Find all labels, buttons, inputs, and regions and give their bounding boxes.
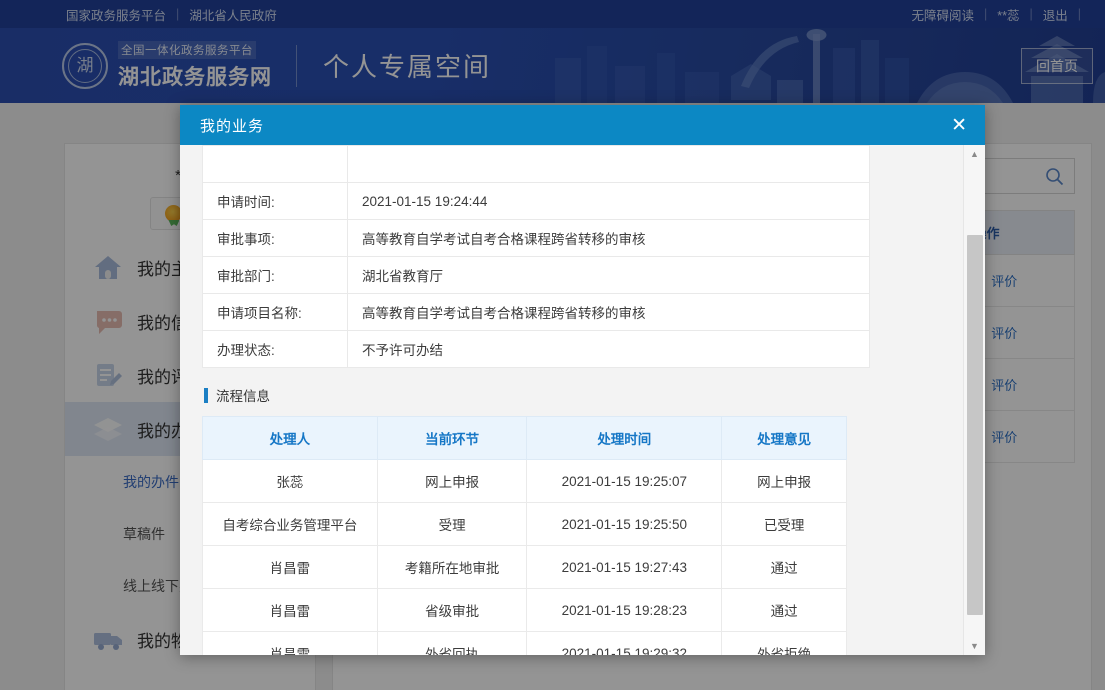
flow-section-title: 流程信息 [204,385,945,405]
flow-col-time: 处理时间 [527,417,722,460]
flow-cell-handler: 肖昌雷 [203,546,378,589]
detail-value-project-name: 高等教育自学考试自考合格课程跨省转移的审核 [348,294,870,331]
flow-cell-opinion: 通过 [722,589,847,632]
table-row: 自考综合业务管理平台 受理 2021-01-15 19:25:50 已受理 [203,503,847,546]
table-row: 肖昌雷 考籍所在地审批 2021-01-15 19:27:43 通过 [203,546,847,589]
modal-scroll-area: 申请时间: 2021-01-15 19:24:44 审批事项: 高等教育自学考试… [180,145,963,655]
detail-row: 申请项目名称: 高等教育自学考试自考合格课程跨省转移的审核 [203,294,870,331]
modal-header: 我的业务 ✕ [180,105,985,145]
application-detail-table: 申请时间: 2021-01-15 19:24:44 审批事项: 高等教育自学考试… [202,145,870,368]
app-root: 国家政务服务平台 | 湖北省人民政府 无障碍阅读 | **蕊 | 退出 | [0,0,1105,690]
flow-cell-opinion: 通过 [722,546,847,589]
detail-key-approval-item: 审批事项: [203,220,348,257]
detail-row: 办理状态: 不予许可办结 [203,331,870,368]
modal-title: 我的业务 [200,115,264,136]
detail-value-approval-item: 高等教育自学考试自考合格课程跨省转移的审核 [348,220,870,257]
flow-cell-time: 2021-01-15 19:29:32 [527,632,722,656]
flow-cell-handler: 肖昌雷 [203,632,378,656]
flow-cell-stage: 考籍所在地审批 [377,546,527,589]
flow-col-opinion: 处理意见 [722,417,847,460]
flow-header-row: 处理人 当前环节 处理时间 处理意见 [203,417,847,460]
table-row: 张蕊 网上申报 2021-01-15 19:25:07 网上申报 [203,460,847,503]
detail-key-approval-dept: 审批部门: [203,257,348,294]
detail-row: 审批部门: 湖北省教育厅 [203,257,870,294]
modal-scrollbar[interactable]: ▲ ▼ [963,145,985,655]
detail-value-approval-dept: 湖北省教育厅 [348,257,870,294]
table-row: 肖昌雷 省级审批 2021-01-15 19:28:23 通过 [203,589,847,632]
flow-cell-handler: 自考综合业务管理平台 [203,503,378,546]
my-business-modal: 我的业务 ✕ 申请时间: 2021-01-15 19:24:44 审批事项: [180,105,985,655]
detail-key-status: 办理状态: [203,331,348,368]
flow-section-label: 流程信息 [216,385,270,405]
flow-cell-stage: 受理 [377,503,527,546]
flow-cell-time: 2021-01-15 19:25:50 [527,503,722,546]
flow-cell-stage: 省级审批 [377,589,527,632]
detail-row-clipped [203,146,870,183]
flow-cell-handler: 肖昌雷 [203,589,378,632]
flow-col-stage: 当前环节 [377,417,527,460]
detail-value-clipped [348,146,870,183]
close-icon[interactable]: ✕ [951,116,967,135]
flow-col-handler: 处理人 [203,417,378,460]
flow-cell-opinion: 已受理 [722,503,847,546]
flow-cell-time: 2021-01-15 19:27:43 [527,546,722,589]
table-row: 肖昌雷 外省回执 2021-01-15 19:29:32 外省拒绝 [203,632,847,656]
detail-key-clipped [203,146,348,183]
scrollbar-track[interactable] [964,163,986,637]
caret-up-icon[interactable]: ▲ [964,145,986,163]
flow-cell-handler: 张蕊 [203,460,378,503]
flow-cell-time: 2021-01-15 19:25:07 [527,460,722,503]
detail-key-apply-time: 申请时间: [203,183,348,220]
detail-value-apply-time: 2021-01-15 19:24:44 [348,183,870,220]
detail-row: 申请时间: 2021-01-15 19:24:44 [203,183,870,220]
flow-info-table: 处理人 当前环节 处理时间 处理意见 张蕊 网上申报 2021-01-15 19… [202,416,847,655]
scrollbar-thumb[interactable] [967,235,983,615]
flow-cell-stage: 外省回执 [377,632,527,656]
flow-cell-stage: 网上申报 [377,460,527,503]
modal-body: 申请时间: 2021-01-15 19:24:44 审批事项: 高等教育自学考试… [180,145,985,655]
flow-cell-time: 2021-01-15 19:28:23 [527,589,722,632]
section-accent-bar [204,388,208,403]
flow-cell-opinion: 外省拒绝 [722,632,847,656]
detail-value-status: 不予许可办结 [348,331,870,368]
flow-cell-opinion: 网上申报 [722,460,847,503]
detail-key-project-name: 申请项目名称: [203,294,348,331]
detail-row: 审批事项: 高等教育自学考试自考合格课程跨省转移的审核 [203,220,870,257]
caret-down-icon[interactable]: ▼ [964,637,986,655]
